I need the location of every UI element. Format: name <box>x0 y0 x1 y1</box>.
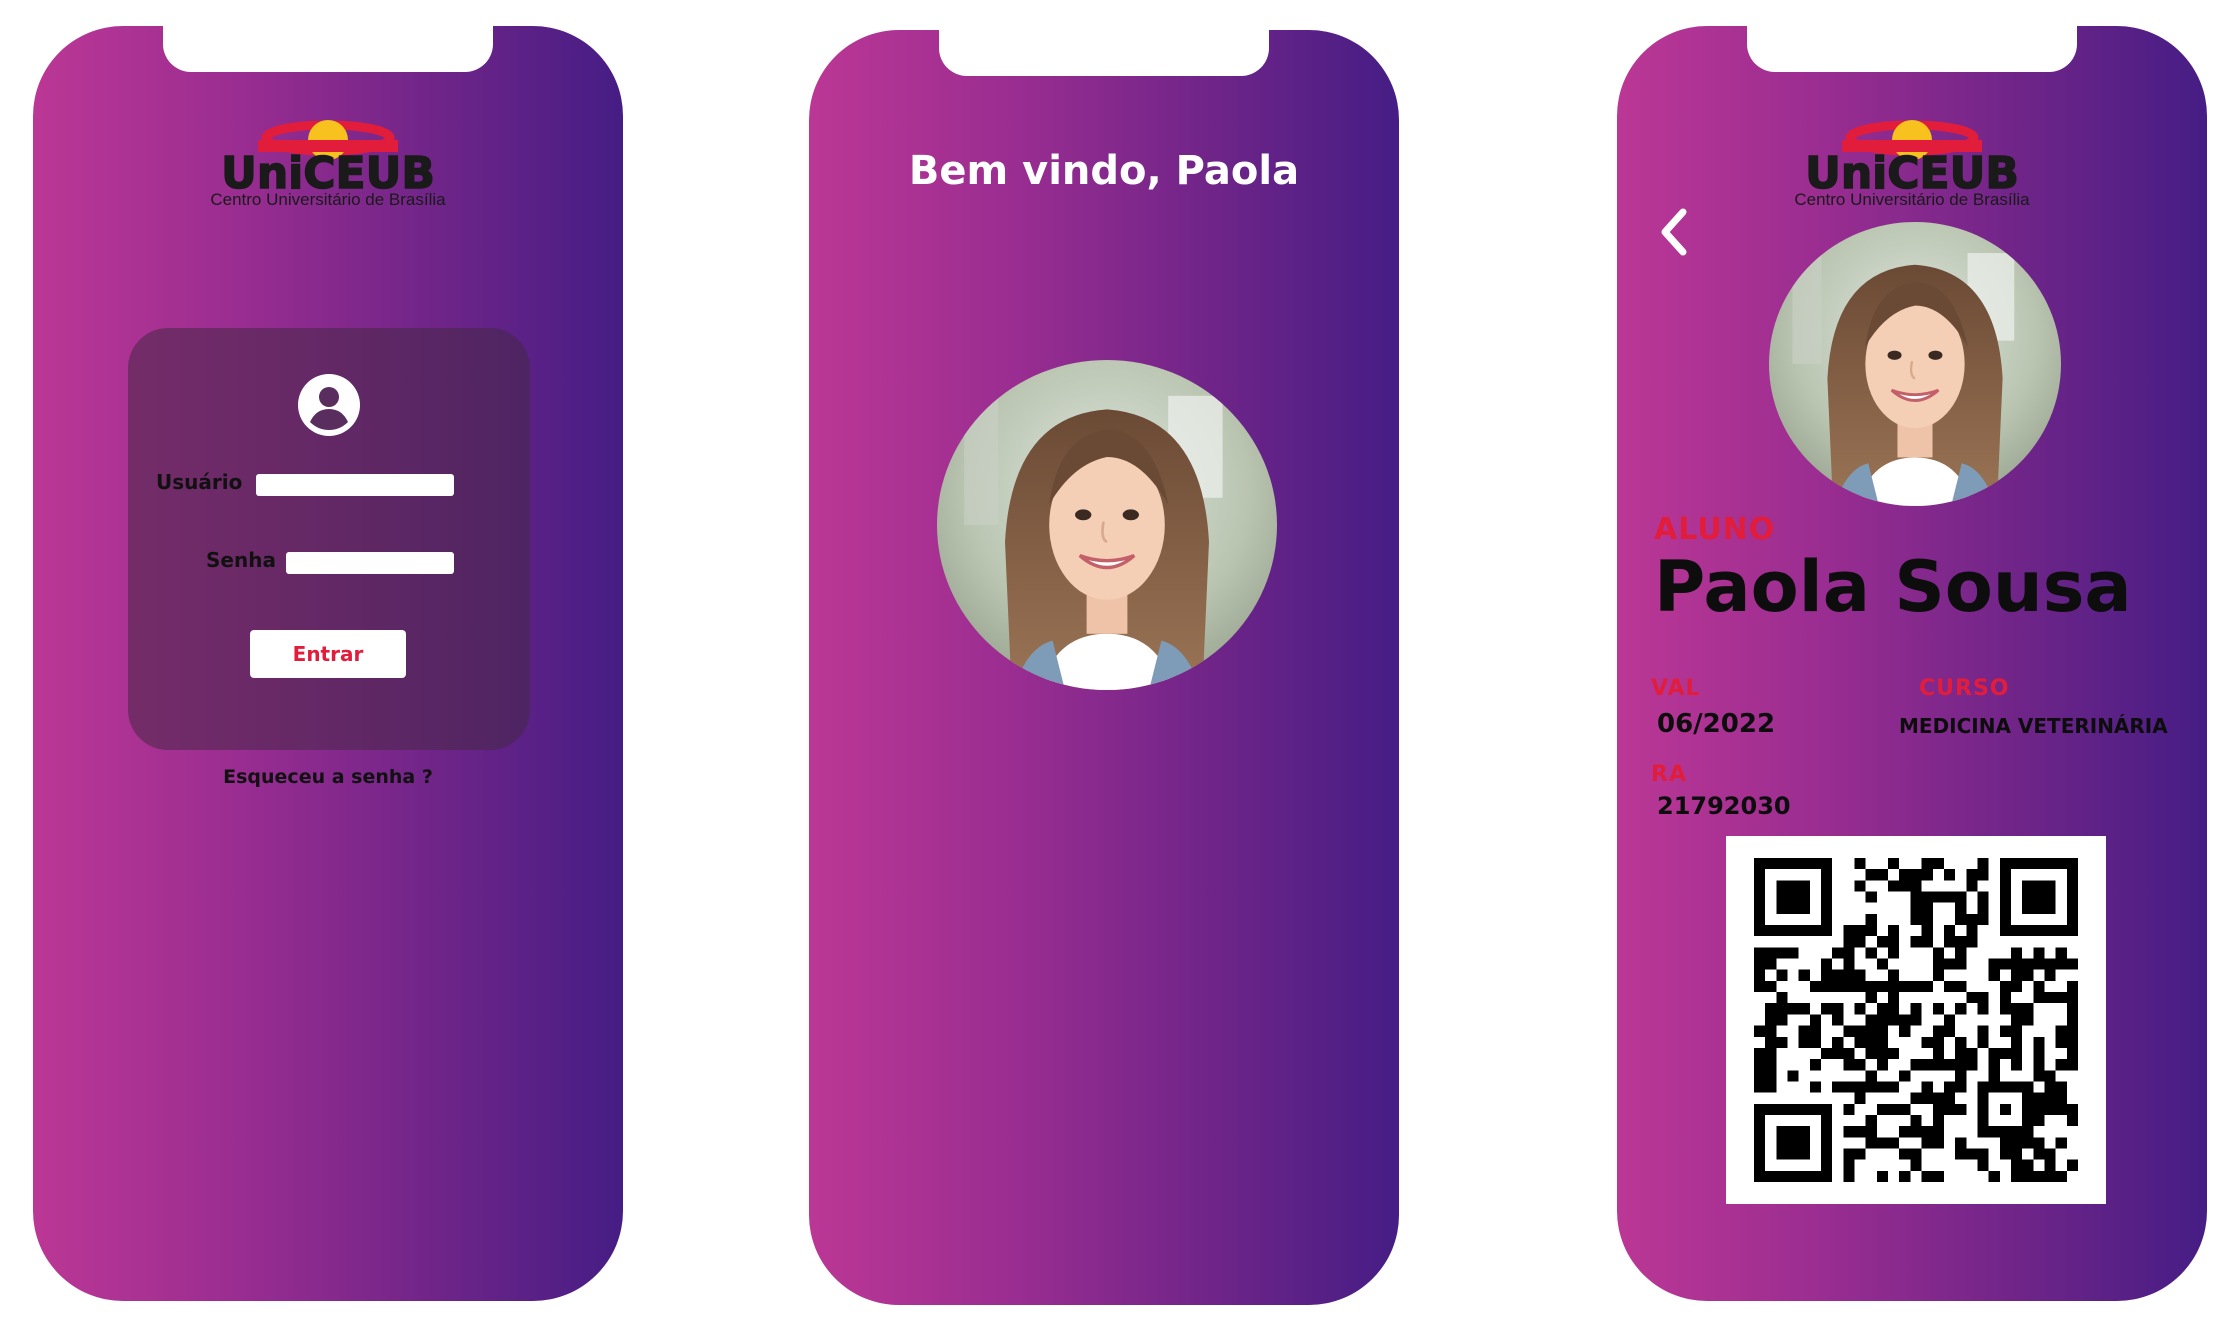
phone-notch <box>1747 26 2077 72</box>
welcome-title: Bem vindo, Paola <box>908 148 1300 194</box>
forgot-password-link[interactable]: Esqueceu a senha ? <box>33 766 623 788</box>
user-circle-icon <box>298 374 360 436</box>
ra-label: RA <box>1651 762 1687 787</box>
profile-photo <box>937 360 1277 690</box>
phone-student-id-screen: Centro Universitário de Brasília ALUNO P… <box>1617 26 2207 1301</box>
password-input[interactable] <box>286 552 454 574</box>
logo-subtitle: Centro Universitário de Brasília <box>1794 190 2030 209</box>
profile-avatar <box>1769 222 2061 506</box>
phone-notch <box>939 30 1269 76</box>
phone-login-screen: Centro Universitário de Brasília Usuário… <box>33 26 623 1301</box>
username-input[interactable] <box>256 474 454 496</box>
phone-notch <box>163 26 493 72</box>
login-panel: Usuário Senha Entrar <box>128 328 530 750</box>
validity-value: 06/2022 <box>1657 709 1776 739</box>
course-value: MEDICINA VETERINÁRIA <box>1899 714 2168 738</box>
role-label: ALUNO <box>1654 512 1776 547</box>
logo-subtitle: Centro Universitário de Brasília <box>210 190 446 209</box>
phone-welcome-screen: Bem vindo, Paola <box>809 30 1399 1305</box>
qr-code-graphic <box>1754 858 2078 1182</box>
uniceub-logo: Centro Universitário de Brasília <box>1772 110 2052 220</box>
uniceub-logo: Centro Universitário de Brasília <box>188 110 468 220</box>
profile-photo <box>1769 222 2061 506</box>
password-label: Senha <box>206 548 276 572</box>
ra-value: 21792030 <box>1657 792 1791 820</box>
student-name: Paola Sousa <box>1654 546 2132 628</box>
validity-label: VAL <box>1651 676 1701 701</box>
profile-avatar[interactable] <box>937 360 1277 690</box>
course-label: CURSO <box>1919 676 2010 701</box>
chevron-left-icon[interactable] <box>1657 206 1691 258</box>
username-label: Usuário <box>156 470 243 494</box>
login-submit-button[interactable]: Entrar <box>250 630 406 678</box>
qr-code <box>1726 836 2106 1204</box>
